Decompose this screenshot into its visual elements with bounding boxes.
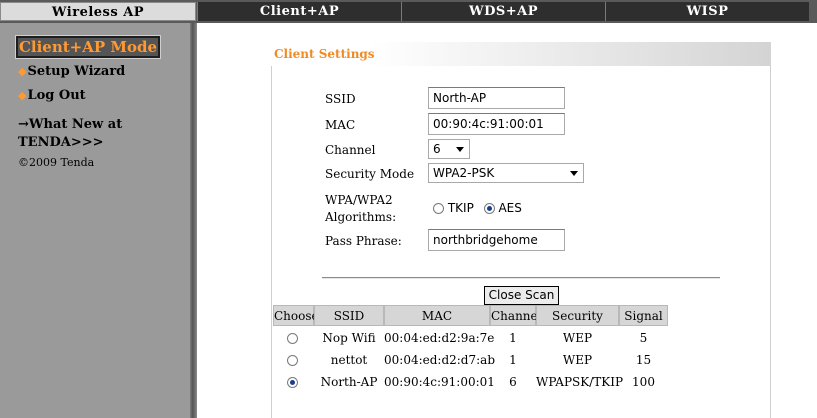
security-mode-select[interactable]: WPA2-PSK xyxy=(428,163,584,183)
row-ssid: Nop Wifi xyxy=(322,331,376,345)
row-signal: 15 xyxy=(635,353,652,367)
aes-label: AES xyxy=(498,201,522,215)
row-ssid: North-AP xyxy=(320,375,378,389)
row-channel: 1 xyxy=(509,353,517,367)
tab-wireless-ap[interactable]: Wireless AP xyxy=(0,2,196,21)
mode-badge: Client+AP Mode xyxy=(15,35,161,59)
tab-client-ap[interactable]: Client+AP xyxy=(197,2,401,21)
whats-new-line2: TENDA>>> xyxy=(18,135,104,150)
pass-phrase-input[interactable] xyxy=(428,229,565,251)
tkip-label: TKIP xyxy=(447,201,474,215)
sidebar-divider xyxy=(190,23,197,418)
row-security: WEP xyxy=(562,353,593,367)
bullet-icon: ◆ xyxy=(18,89,27,102)
col-header-security: Security xyxy=(536,305,619,326)
tab-wds-ap[interactable]: WDS+AP xyxy=(401,2,605,21)
setup-wizard-link[interactable]: ◆Setup Wizard xyxy=(18,64,125,79)
mode-tab-bar: Wireless AP Client+AP WDS+AP WISP xyxy=(0,0,817,23)
row-security: WEP xyxy=(562,331,593,345)
row-signal: 5 xyxy=(639,331,648,345)
ssid-label: SSID xyxy=(325,92,356,106)
whats-new-link[interactable]: →What New at TENDA>>> xyxy=(18,116,122,152)
panel-title: Client Settings xyxy=(274,47,375,61)
section-divider xyxy=(322,277,720,279)
sidebar xyxy=(0,23,197,418)
col-header-mac: MAC xyxy=(384,305,490,326)
mac-input[interactable] xyxy=(428,113,565,135)
mac-label: MAC xyxy=(325,118,356,132)
logout-link[interactable]: ◆Log Out xyxy=(18,88,86,103)
row-channel: 1 xyxy=(509,331,517,345)
row-select-radio[interactable] xyxy=(287,333,298,344)
row-select-radio[interactable] xyxy=(287,377,298,388)
algorithm-options: TKIP AES xyxy=(433,201,522,215)
col-header-channel: Channel xyxy=(490,305,541,326)
pass-phrase-label: Pass Phrase: xyxy=(325,234,402,248)
tkip-radio[interactable] xyxy=(433,203,444,214)
security-mode-value: WPA2-PSK xyxy=(433,166,495,180)
col-header-choose: Choose xyxy=(273,305,319,326)
logout-label: Log Out xyxy=(27,88,86,103)
copyright: ©2009 Tenda xyxy=(18,156,95,169)
tab-wisp[interactable]: WISP xyxy=(605,2,809,21)
chevron-down-icon xyxy=(456,147,464,152)
security-mode-label: Security Mode xyxy=(325,167,415,181)
row-channel: 6 xyxy=(509,375,517,389)
row-ssid: nettot xyxy=(330,353,368,367)
chevron-down-icon xyxy=(570,171,578,176)
close-scan-button[interactable]: Close Scan xyxy=(484,286,559,305)
channel-label: Channel xyxy=(325,143,376,157)
row-select-radio[interactable] xyxy=(287,355,298,366)
channel-select[interactable]: 6 xyxy=(428,139,470,159)
channel-value: 6 xyxy=(433,142,441,156)
aes-radio[interactable] xyxy=(483,203,495,214)
algorithms-label-line1: WPA/WPA2 xyxy=(325,193,393,207)
row-signal: 100 xyxy=(632,375,655,389)
col-header-signal: Signal xyxy=(619,305,668,326)
col-header-ssid: SSID xyxy=(314,305,384,326)
bullet-icon: ◆ xyxy=(18,65,27,78)
algorithms-label: WPA/WPA2 Algorithms: xyxy=(325,192,396,226)
algorithms-label-line2: Algorithms: xyxy=(325,210,397,224)
ssid-input[interactable] xyxy=(428,87,565,109)
setup-wizard-label: Setup Wizard xyxy=(27,64,126,79)
row-mac: 00:04:ed:d2:9a:7e xyxy=(384,331,495,345)
row-mac: 00:04:ed:d2:d7:ab xyxy=(384,353,496,367)
row-security: WPAPSK/TKIP xyxy=(536,375,624,389)
row-mac: 00:90:4c:91:00:01 xyxy=(384,375,495,389)
whats-new-line1: →What New at xyxy=(18,117,123,132)
